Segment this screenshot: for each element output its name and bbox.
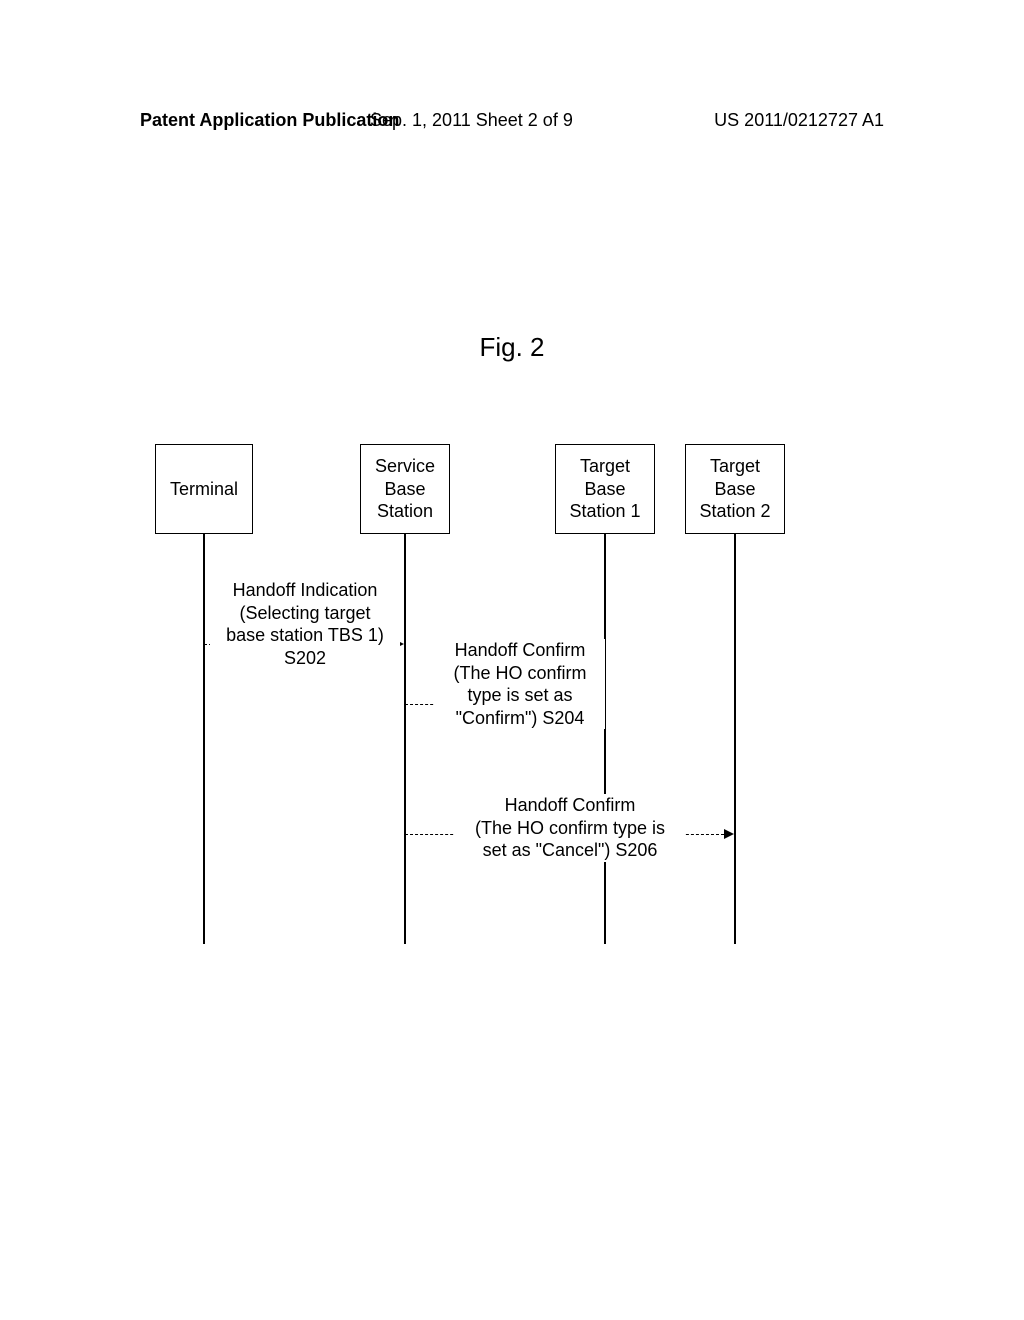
lifeline-terminal-label: Terminal xyxy=(170,478,238,501)
sequence-diagram: Terminal Service Base Station Target Bas… xyxy=(155,444,855,944)
label-handoff-indication-text: Handoff Indication (Selecting target bas… xyxy=(226,580,384,668)
label-handoff-confirm-2: Handoff Confirm (The HO confirm type is … xyxy=(455,794,685,862)
lifeline-service-base-station: Service Base Station xyxy=(360,444,450,534)
header-docket: US 2011/0212727 A1 xyxy=(714,110,884,131)
lifeline-sbs-line xyxy=(404,534,406,944)
lifeline-tbs1-line xyxy=(604,534,606,944)
figure-title: Fig. 2 xyxy=(0,332,1024,363)
lifeline-terminal: Terminal xyxy=(155,444,253,534)
lifeline-tbs1-label: Target Base Station 1 xyxy=(569,455,640,523)
lifeline-target-base-station-2: Target Base Station 2 xyxy=(685,444,785,534)
lifeline-tbs2-line xyxy=(734,534,736,944)
lifeline-target-base-station-1: Target Base Station 1 xyxy=(555,444,655,534)
label-handoff-confirm-2-text: Handoff Confirm (The HO confirm type is … xyxy=(475,795,665,860)
arrow-head-handoff-confirm-2 xyxy=(724,829,734,839)
lifeline-tbs2-label: Target Base Station 2 xyxy=(699,455,770,523)
page-header: Patent Application Publication Sep. 1, 2… xyxy=(0,110,1024,131)
header-date-sheet: Sep. 1, 2011 Sheet 2 of 9 xyxy=(370,110,573,131)
header-publication: Patent Application Publication xyxy=(140,110,399,131)
lifeline-sbs-label: Service Base Station xyxy=(375,455,435,523)
label-handoff-indication: Handoff Indication (Selecting target bas… xyxy=(210,579,400,669)
label-handoff-confirm-1: Handoff Confirm (The HO confirm type is … xyxy=(435,639,605,729)
lifeline-terminal-line xyxy=(203,534,205,944)
label-handoff-confirm-1-text: Handoff Confirm (The HO confirm type is … xyxy=(453,640,586,728)
